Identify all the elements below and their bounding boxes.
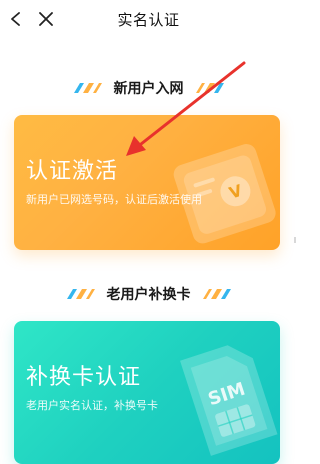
- sim-card-icon: SIM: [180, 345, 278, 456]
- nav-bar: 实名认证: [0, 0, 297, 36]
- section-heading-new-user: 新用户入网: [0, 77, 297, 99]
- scrollbar-indicator[interactable]: [294, 237, 296, 243]
- sim-label: SIM: [206, 379, 248, 411]
- card-replacement-card-description: 老用户实名认证，补换号卡: [26, 399, 158, 412]
- activation-card-description: 新用户已网选号码，认证后激活使用: [26, 193, 202, 206]
- section-heading-label: 老用户补换卡: [106, 287, 191, 303]
- section-heading-label: 新用户入网: [113, 81, 184, 97]
- stripe-decoration-right: [195, 83, 224, 93]
- card-replacement-card-title: 补换卡认证: [26, 365, 142, 390]
- stripe-decoration-right: [202, 289, 231, 299]
- activation-card[interactable]: V 认证激活 新用户已网选号码，认证后激活使用: [14, 115, 280, 250]
- page-title: 实名认证: [117, 11, 180, 29]
- svg-text:V: V: [227, 181, 245, 203]
- stripe-decoration-left: [73, 83, 102, 93]
- page: 实名认证 新用户入网 V 认证激活 新用户已网选号码，认证后激活使用 老用户补换…: [0, 0, 297, 464]
- stripe-decoration-left: [66, 289, 95, 299]
- card-replacement-card[interactable]: SIM 补换卡认证 老用户实名认证，补换号卡: [14, 321, 280, 464]
- section-heading-old-user: 老用户补换卡: [0, 283, 297, 305]
- activation-card-title: 认证激活: [26, 159, 119, 184]
